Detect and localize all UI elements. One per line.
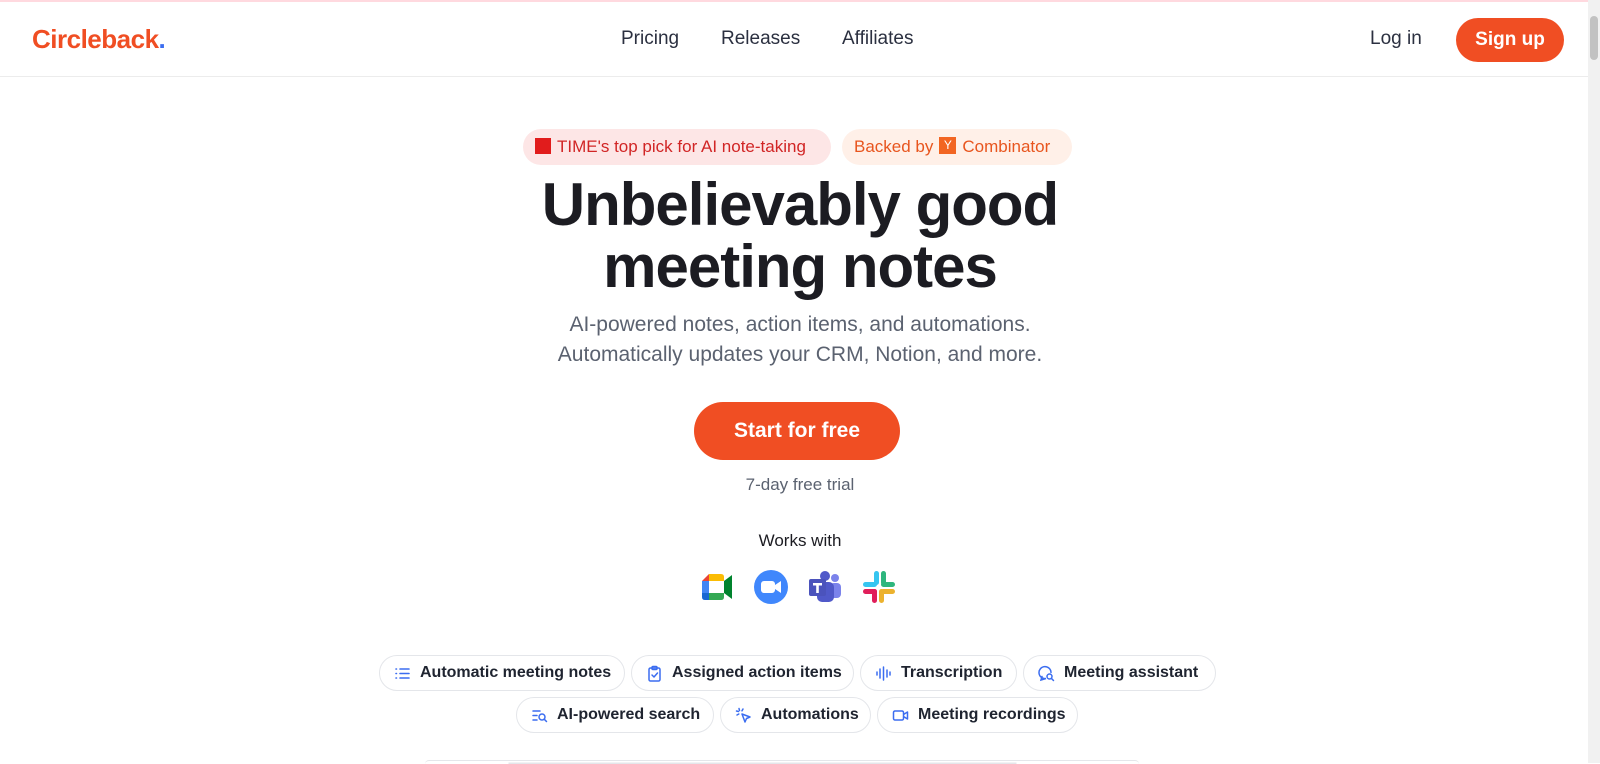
zoom-icon: [754, 570, 788, 604]
y-combinator-logo-icon: Y: [939, 137, 957, 155]
headline-line-2: meeting notes: [603, 233, 998, 300]
works-with-label: Works with: [758, 531, 842, 550]
login-link[interactable]: Log in: [1370, 28, 1422, 50]
time-logo-icon: [535, 137, 551, 154]
feature-chip-automatic-notes[interactable]: Automatic meeting notes: [379, 655, 625, 691]
hero-headline: Unbelievably good meeting notes: [400, 174, 1200, 298]
list-icon: [395, 668, 410, 679]
nav-releases[interactable]: Releases: [721, 28, 800, 50]
site-header: Circleback. Pricing Releases Affiliates …: [0, 2, 1588, 77]
feature-label: Assigned action items: [672, 664, 842, 681]
subtitle-line-2: Automatically updates your CRM, Notion, …: [557, 343, 1043, 366]
text-search-icon: [532, 710, 548, 723]
page-scrollbar[interactable]: [1588, 0, 1600, 763]
chat-search-icon: [1038, 665, 1055, 682]
clipboard-check-icon: [648, 665, 661, 682]
feature-label: AI-powered search: [557, 706, 701, 723]
yc-badge[interactable]: Backed by Y Combinator: [842, 129, 1072, 165]
video-camera-icon: [892, 710, 909, 721]
hero-subtitle: AI-powered notes, action items, and auto…: [400, 310, 1200, 370]
microsoft-teams-icon: [809, 571, 841, 602]
feature-label: Meeting recordings: [918, 706, 1066, 723]
scrollbar-thumb[interactable]: [1590, 16, 1598, 60]
feature-chip-recordings[interactable]: Meeting recordings: [877, 697, 1078, 733]
feature-chip-ai-search[interactable]: AI-powered search: [516, 697, 714, 733]
preview-card-edge: [425, 760, 1139, 764]
logo-text: Circleback: [32, 24, 159, 54]
feature-label: Automations: [761, 706, 859, 723]
cursor-click-icon: [735, 707, 751, 723]
slack-icon: [863, 571, 895, 603]
subtitle-line-1: AI-powered notes, action items, and auto…: [569, 313, 1031, 336]
nav-affiliates[interactable]: Affiliates: [842, 28, 913, 50]
headline-line-1: Unbelievably good: [541, 171, 1059, 238]
feature-chip-meeting-assistant[interactable]: Meeting assistant: [1023, 655, 1216, 691]
backed-by-label: Backed by: [854, 137, 934, 156]
feature-label: Automatic meeting notes: [420, 664, 612, 681]
google-meet-icon: [702, 574, 732, 600]
combinator-label: Combinator: [962, 137, 1051, 156]
start-for-free-button[interactable]: Start for free: [694, 402, 900, 460]
circleback-logo[interactable]: Circleback.: [32, 24, 166, 55]
trial-note: 7-day free trial: [745, 475, 855, 494]
feature-label: Meeting assistant: [1064, 664, 1199, 681]
logo-dot: .: [158, 24, 166, 54]
feature-label: Transcription: [901, 664, 1003, 681]
time-badge[interactable]: TIME's top pick for AI note-taking: [523, 129, 831, 165]
waveform-icon: [876, 666, 891, 681]
signup-button[interactable]: Sign up: [1456, 18, 1564, 62]
feature-chip-action-items[interactable]: Assigned action items: [631, 655, 854, 691]
nav-pricing[interactable]: Pricing: [621, 28, 679, 50]
feature-chip-automations[interactable]: Automations: [720, 697, 871, 733]
feature-chip-transcription[interactable]: Transcription: [860, 655, 1017, 691]
time-badge-label: TIME's top pick for AI note-taking: [557, 137, 806, 156]
